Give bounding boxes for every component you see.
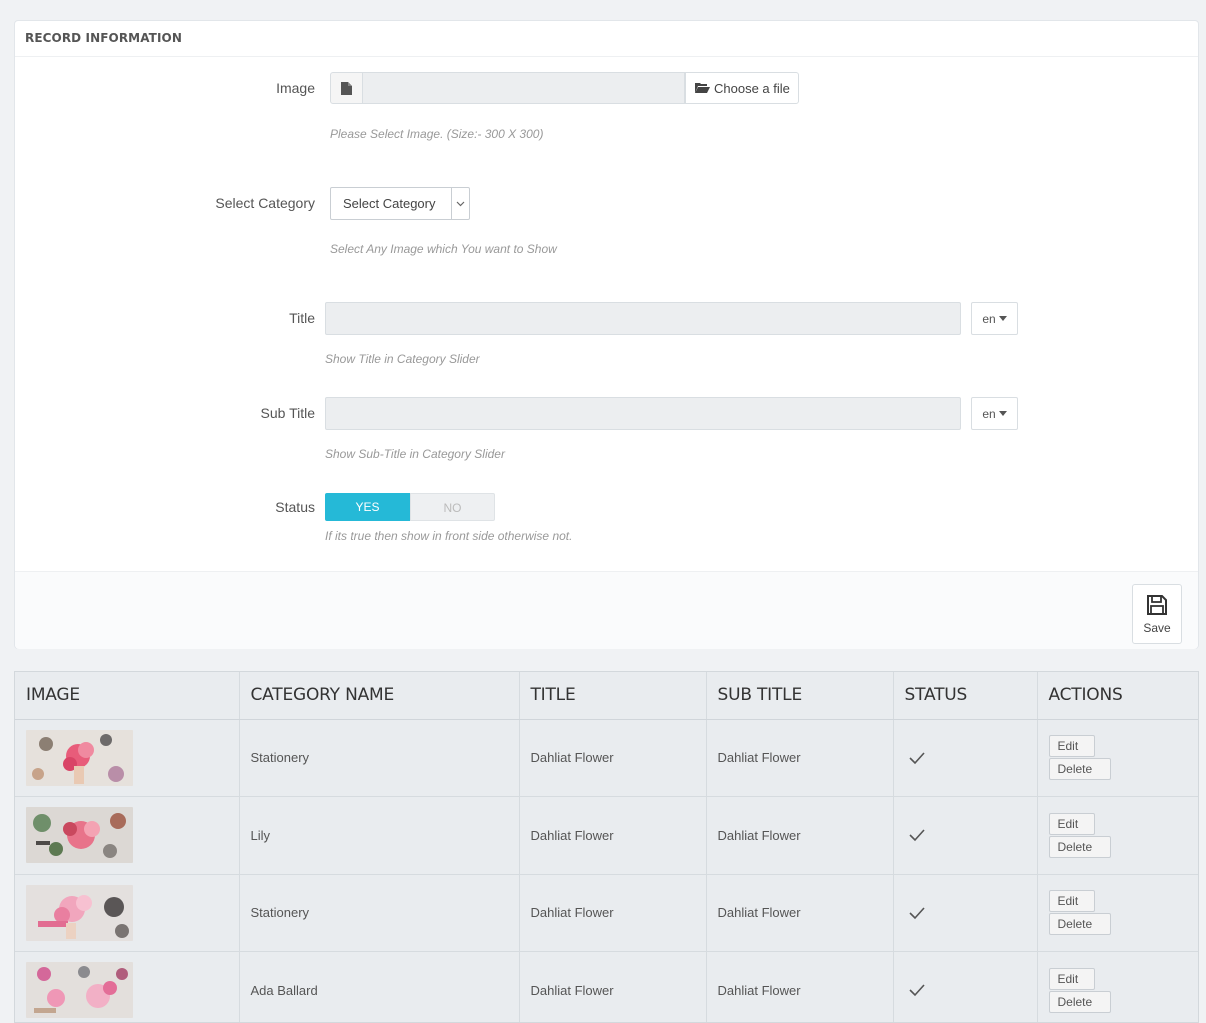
actions-cell: Edit Delete xyxy=(1037,719,1198,797)
status-cell xyxy=(893,951,1038,1022)
column-header: SUB TITLE xyxy=(706,672,894,720)
title-cell: Dahliat Flower xyxy=(519,719,707,797)
status-cell xyxy=(893,874,1038,952)
category-cell: Stationery xyxy=(239,719,520,797)
category-selected-value: Select Category xyxy=(343,196,436,211)
save-label: Save xyxy=(1143,620,1171,635)
column-header: TITLE xyxy=(519,672,707,720)
caret-down-icon xyxy=(998,316,1007,321)
edit-button[interactable]: Edit xyxy=(1048,735,1095,758)
column-header: CATEGORY NAME xyxy=(239,672,520,720)
category-label: Select Category xyxy=(215,195,315,211)
category-select[interactable]: Select Category xyxy=(330,187,470,220)
image-cell xyxy=(15,796,240,875)
title-language-button[interactable]: en xyxy=(971,302,1018,335)
column-header: ACTIONS xyxy=(1037,672,1198,720)
subtitle-cell: Dahliat Flower xyxy=(706,796,894,875)
image-filename-field[interactable] xyxy=(362,72,685,104)
status-help-text: If its true then show in front side othe… xyxy=(325,529,573,543)
subtitle-cell: Dahliat Flower xyxy=(706,951,894,1022)
subtitle-label: Sub Title xyxy=(260,405,315,421)
actions-cell: Edit Delete xyxy=(1037,874,1198,952)
title-cell: Dahliat Flower xyxy=(519,951,707,1022)
delete-button[interactable]: Delete xyxy=(1048,835,1111,858)
row-thumbnail-image xyxy=(26,962,133,1019)
row-thumbnail-image xyxy=(26,729,133,786)
status-toggle: YES NO xyxy=(325,493,495,521)
panel-footer: Save xyxy=(15,571,1198,649)
status-no-option[interactable]: NO xyxy=(410,493,495,521)
column-header: IMAGE xyxy=(15,672,240,720)
panel-heading: RECORD INFORMATION xyxy=(15,21,1198,57)
subtitle-language-button[interactable]: en xyxy=(971,397,1018,430)
table-header-row: IMAGE CATEGORY NAME TITLE SUB TITLE STAT… xyxy=(15,672,1198,720)
check-icon xyxy=(908,984,925,997)
chevron-down-icon xyxy=(451,188,469,219)
title-cell: Dahliat Flower xyxy=(519,874,707,952)
folder-open-icon xyxy=(695,81,710,96)
subtitle-cell: Dahliat Flower xyxy=(706,719,894,797)
category-cell: Ada Ballard xyxy=(239,951,520,1022)
status-cell xyxy=(893,719,1038,797)
status-cell xyxy=(893,796,1038,875)
actions-cell: Edit Delete xyxy=(1037,796,1198,875)
status-label: Status xyxy=(275,499,315,515)
delete-button[interactable]: Delete xyxy=(1048,913,1111,936)
subtitle-input[interactable] xyxy=(325,397,961,430)
table-row: Ada Ballard Dahliat Flower Dahliat Flowe… xyxy=(15,951,1198,1022)
check-icon xyxy=(908,752,925,764)
title-input[interactable] xyxy=(325,302,961,335)
image-cell xyxy=(15,951,240,1022)
status-yes-option[interactable]: YES xyxy=(325,493,410,521)
table-row: Stationery Dahliat Flower Dahliat Flower… xyxy=(15,719,1198,797)
row-thumbnail-image xyxy=(26,807,133,864)
table-row: Lily Dahliat Flower Dahliat Flower Edit … xyxy=(15,796,1198,875)
save-button[interactable]: Save xyxy=(1132,584,1182,644)
edit-button[interactable]: Edit xyxy=(1048,890,1095,913)
column-header: STATUS xyxy=(893,672,1038,720)
delete-button[interactable]: Delete xyxy=(1048,758,1111,781)
actions-cell: Edit Delete xyxy=(1037,951,1198,1022)
record-information-panel: RECORD INFORMATION Image Choose a file P… xyxy=(14,20,1199,649)
title-label: Title xyxy=(289,310,315,326)
category-cell: Stationery xyxy=(239,874,520,952)
choose-file-label: Choose a file xyxy=(714,80,790,96)
check-icon xyxy=(908,829,925,842)
row-thumbnail-image xyxy=(26,884,133,941)
subtitle-help-text: Show Sub-Title in Category Slider xyxy=(325,447,505,461)
file-icon xyxy=(330,72,363,104)
title-language-label: en xyxy=(982,311,996,326)
check-icon xyxy=(908,907,925,919)
table-row: Stationery Dahliat Flower Dahliat Flower… xyxy=(15,874,1198,952)
category-help-text: Select Any Image which You want to Show xyxy=(330,242,557,256)
image-help-text: Please Select Image. (Size:- 300 X 300) xyxy=(330,127,544,141)
edit-button[interactable]: Edit xyxy=(1048,967,1095,990)
image-cell xyxy=(15,874,240,952)
image-cell xyxy=(15,719,240,797)
subtitle-language-label: en xyxy=(982,406,996,421)
caret-down-icon xyxy=(998,411,1007,416)
delete-button[interactable]: Delete xyxy=(1048,990,1111,1013)
floppy-disk-icon xyxy=(1146,594,1168,619)
image-label: Image xyxy=(276,80,315,96)
subtitle-cell: Dahliat Flower xyxy=(706,874,894,952)
title-cell: Dahliat Flower xyxy=(519,796,707,875)
edit-button[interactable]: Edit xyxy=(1048,812,1095,835)
category-cell: Lily xyxy=(239,796,520,875)
slider-records-table: IMAGE CATEGORY NAME TITLE SUB TITLE STAT… xyxy=(14,671,1199,1023)
title-help-text: Show Title in Category Slider xyxy=(325,352,480,366)
choose-file-button[interactable]: Choose a file xyxy=(685,72,799,104)
